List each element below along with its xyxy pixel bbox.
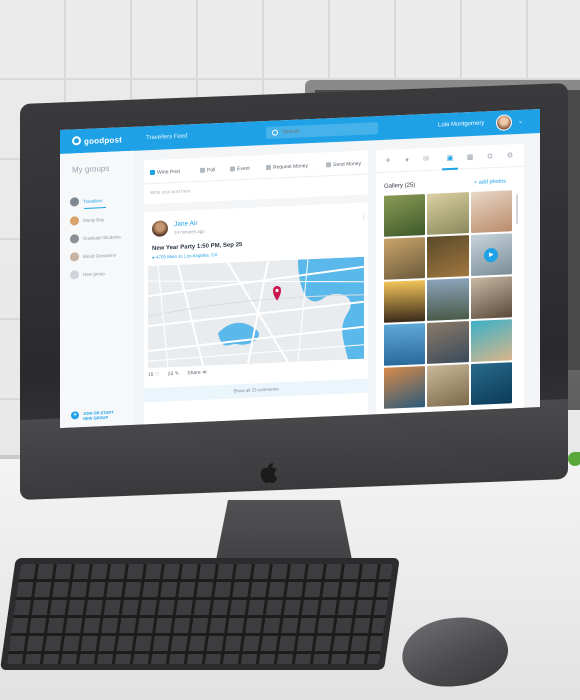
comment-count[interactable]: 23 ✎ — [168, 371, 179, 377]
dollar-icon — [326, 162, 331, 168]
poll-icon — [200, 167, 205, 173]
comment-icon: ✎ — [174, 370, 179, 377]
photo-grid: ▶ — [384, 190, 512, 409]
tab-send-money[interactable]: Send Money — [326, 161, 361, 169]
tab-write-post[interactable]: Write Post — [150, 169, 180, 176]
post-stats: 15 ♡ 23 ✎ Share ≪ — [148, 370, 207, 379]
notifications-icon[interactable]: ♦ — [403, 157, 411, 165]
user-avatar[interactable] — [496, 114, 512, 131]
play-video-icon[interactable]: ▶ — [484, 247, 499, 262]
active-tab-indicator — [442, 167, 458, 171]
search-input[interactable] — [266, 122, 378, 140]
post-time: 24 minutes ago — [174, 228, 205, 236]
sidebar-item-new-group[interactable]: New group — [70, 269, 105, 280]
app-screen: goodpost Travellers Feed Lola Montgomery… — [60, 109, 540, 428]
author-name[interactable]: Jane Air — [174, 220, 198, 228]
gallery-scrollbar[interactable] — [516, 194, 518, 225]
app-logo[interactable]: goodpost — [72, 134, 122, 146]
gallery-photo[interactable] — [427, 364, 469, 407]
feed-title[interactable]: Travellers Feed — [146, 133, 187, 141]
logo-mark-icon — [72, 136, 81, 146]
share-icon: ≪ — [202, 369, 208, 376]
gallery-photo[interactable] — [470, 276, 512, 320]
gallery-photo[interactable] — [427, 321, 469, 364]
gallery-photo[interactable] — [427, 235, 469, 278]
layers-icon[interactable]: ⧉ — [486, 153, 494, 161]
sidebar-item-graduate-students[interactable]: Graduate Students — [70, 232, 121, 244]
gallery-photo[interactable] — [470, 190, 512, 234]
show-comments-button[interactable]: Show all 23 comments — [144, 378, 368, 403]
location-map[interactable] — [148, 256, 364, 369]
group-avatar — [70, 216, 79, 226]
keyboard — [0, 558, 400, 670]
right-panel: ✈ ♦ ✉ ▣ ▦ ⧉ ⚙ Gallery (25) + add photos … — [376, 143, 524, 415]
gallery-photo[interactable] — [427, 278, 469, 321]
like-count[interactable]: 15 ♡ — [148, 372, 159, 378]
author-avatar[interactable] — [152, 220, 168, 237]
gallery-photo[interactable] — [470, 362, 512, 406]
gallery-photo[interactable] — [384, 323, 426, 366]
heart-icon: ♡ — [154, 371, 160, 378]
running-icon[interactable]: ✈ — [384, 158, 392, 166]
tab-event[interactable]: Event — [230, 166, 250, 173]
sidebar-item-travellers[interactable]: Travellers — [70, 196, 106, 209]
post-composer: Write Post Poll Event Request Money Send… — [144, 150, 368, 205]
gallery-photo[interactable] — [384, 237, 426, 280]
user-name[interactable]: Lola Montgomery — [438, 120, 484, 128]
sidebar-item-blood-donations[interactable]: Blood Donations — [70, 251, 116, 262]
group-avatar — [70, 197, 79, 207]
post-card: Jane Air 24 minutes ago ⋮ New Year Party… — [144, 202, 368, 425]
share-button[interactable]: Share ≪ — [187, 370, 207, 377]
tab-request-money[interactable]: Request Money — [266, 163, 308, 171]
post-address[interactable]: ● 4705 Main st, Los Angeles, CA — [152, 252, 218, 260]
gear-icon[interactable]: ⚙ — [506, 152, 514, 160]
sidebar-item-manly-bay[interactable]: Manly Bay — [70, 215, 104, 226]
sidebar-title: My groups — [72, 163, 110, 175]
gallery-photo[interactable] — [470, 319, 512, 363]
post-input[interactable]: Write your post here... — [150, 188, 194, 195]
group-avatar — [70, 234, 79, 244]
calendar-icon[interactable]: ▦ — [466, 154, 474, 162]
messages-icon[interactable]: ✉ — [422, 156, 430, 164]
group-avatar — [70, 252, 79, 262]
money-request-icon — [266, 164, 271, 171]
tab-poll[interactable]: Poll — [200, 167, 215, 174]
join-group-button[interactable]: + JOIN OR START NEW GROUP — [71, 410, 114, 422]
calendar-icon — [230, 166, 235, 172]
gallery-photo[interactable]: ▶ — [470, 233, 512, 277]
gallery-title: Gallery (25) — [384, 182, 416, 190]
groups-sidebar: My groups Travellers Manly Bay Graduate … — [60, 150, 134, 428]
add-group-icon — [70, 270, 79, 280]
gallery-icon[interactable]: ▣ — [446, 155, 454, 163]
apple-logo-icon — [260, 463, 278, 484]
gallery-photo[interactable] — [384, 366, 426, 409]
pencil-icon — [150, 169, 155, 176]
plus-icon: + — [71, 411, 79, 420]
gallery-photo[interactable] — [384, 194, 426, 237]
gallery-photo[interactable] — [427, 192, 469, 235]
post-title: New Year Party 1:50 PM, Sep 25 — [152, 242, 243, 252]
map-graphic — [148, 256, 364, 369]
active-underline — [84, 206, 106, 209]
plant-leaf — [568, 452, 580, 466]
chevron-down-icon[interactable]: ⌄ — [518, 118, 523, 125]
gallery-photo[interactable] — [384, 280, 426, 323]
add-photos-link[interactable]: + add photos — [474, 179, 506, 186]
divider — [144, 173, 368, 185]
more-menu-icon[interactable]: ⋮ — [360, 213, 367, 221]
